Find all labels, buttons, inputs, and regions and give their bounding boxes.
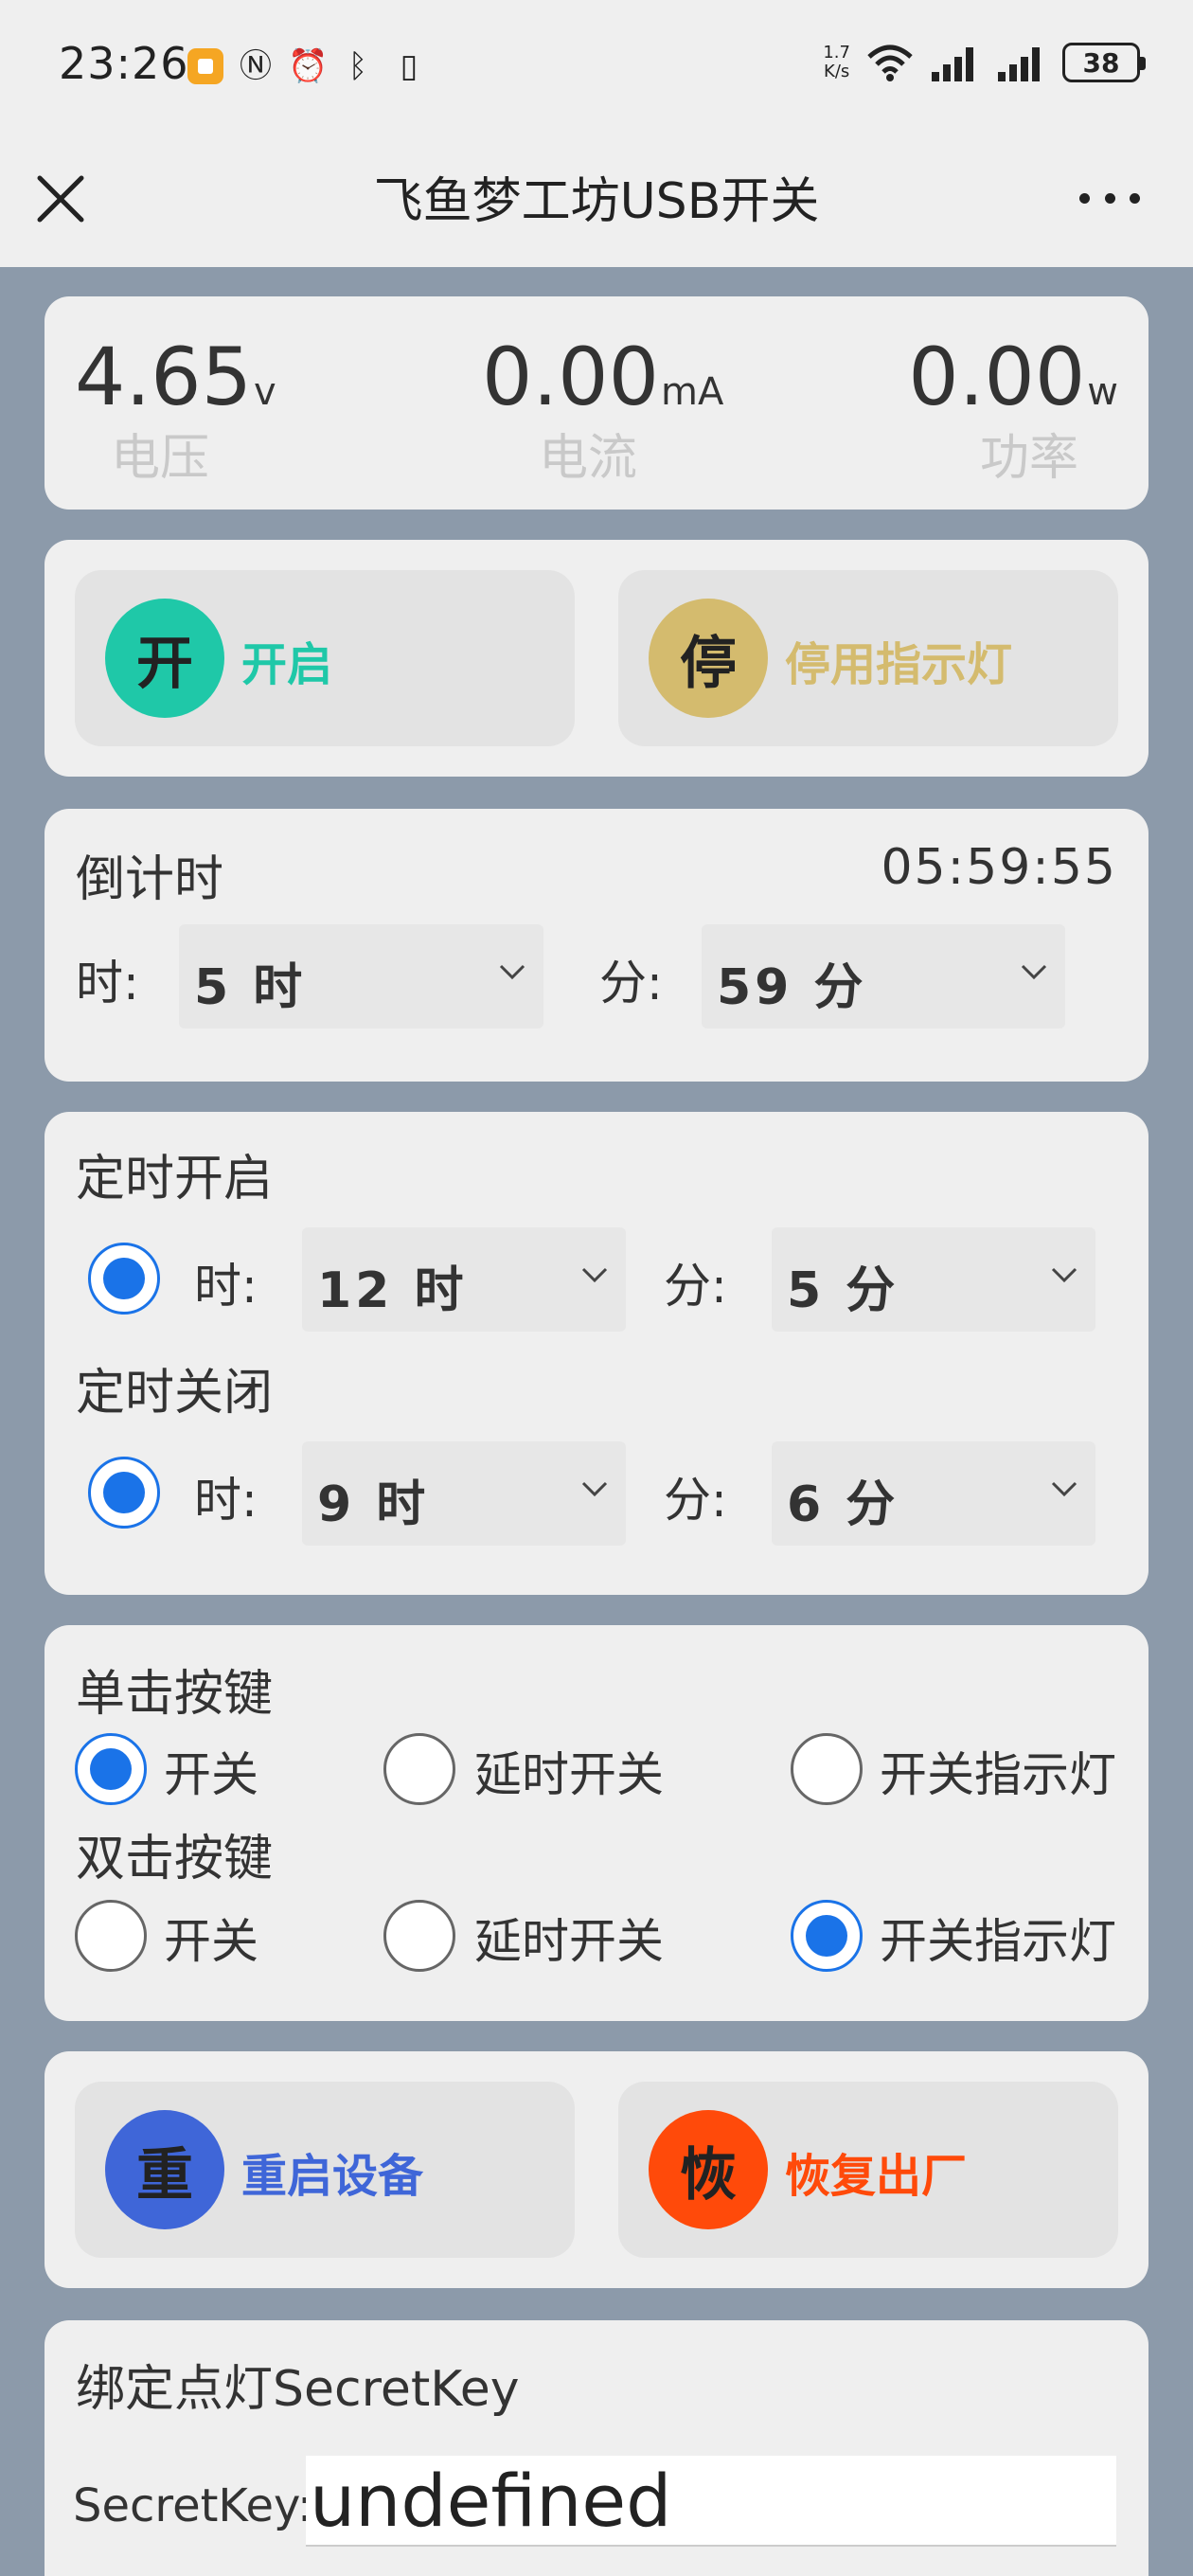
schedule-on-hour-label: 时: [194, 1259, 258, 1314]
stats-card: 4.65v 电压 0.00mA 电流 0.00w 功率 [45, 296, 1148, 510]
signal-icon [998, 47, 1040, 81]
reset-glyph: 恢 [649, 2110, 768, 2229]
status-time: 23:26 [59, 38, 189, 89]
secret-key-title: 绑定点灯SecretKey [76, 2361, 520, 2418]
chevron-down-icon [581, 1481, 608, 1497]
countdown-minute-select[interactable]: 59 分 [702, 924, 1065, 1029]
factory-reset-button[interactable]: 恢 恢复出厂 [618, 2082, 1118, 2258]
double-option-label-1[interactable]: 延时开关 [474, 1904, 664, 1972]
power-unit: w [1087, 370, 1118, 414]
nfc-icon: Ⓝ [240, 47, 272, 85]
schedule-on-title: 定时开启 [76, 1151, 274, 1208]
device-actions-card: 重 重启设备 恢 恢复出厂 [45, 2051, 1148, 2288]
single-option-label-0[interactable]: 开关 [164, 1737, 258, 1805]
nav-bar: 飞鱼梦工坊USB开关 [0, 133, 1193, 267]
page-title: 飞鱼梦工坊USB开关 [373, 173, 820, 230]
button-mode-card: 单击按键 开关 延时开关 开关指示灯 双击按键 开关 延时开关 开关指示灯 [45, 1625, 1148, 2021]
power-glyph: 开 [105, 599, 224, 718]
schedule-off-minute-label: 分: [664, 1473, 727, 1528]
power-value: 0.00 [908, 331, 1086, 423]
chevron-down-icon [499, 964, 525, 980]
restart-device-button[interactable]: 重 重启设备 [75, 2082, 575, 2258]
chevron-down-icon [1051, 1481, 1077, 1497]
disable-indicator-button[interactable]: 停 停用指示灯 [618, 570, 1118, 746]
voltage-label: 电压 [111, 430, 210, 487]
single-option-radio-2[interactable] [791, 1733, 863, 1805]
double-option-radio-1[interactable] [383, 1900, 455, 1972]
control-card: 开 开启 停 停用指示灯 [45, 540, 1148, 777]
countdown-title: 倒计时 [76, 851, 224, 908]
countdown-hour-select[interactable]: 5 时 [179, 924, 543, 1029]
power-label: 功率 [979, 430, 1078, 487]
power-stat: 0.00w 功率 [908, 331, 1118, 489]
voltage-stat: 4.65v 电压 [75, 331, 276, 489]
power-on-label: 开启 [241, 638, 333, 691]
double-option-radio-2[interactable] [791, 1900, 863, 1972]
double-option-radio-0[interactable] [75, 1900, 147, 1972]
secret-key-input[interactable]: undefined [306, 2456, 1116, 2547]
schedule-off-hour-select[interactable]: 9 时 [302, 1441, 626, 1546]
schedule-on-minute-select[interactable]: 5 分 [772, 1227, 1095, 1332]
double-option-label-2[interactable]: 开关指示灯 [880, 1904, 1116, 1972]
disable-indicator-label: 停用指示灯 [785, 638, 1013, 691]
schedule-off-minute-select[interactable]: 6 分 [772, 1441, 1095, 1546]
battery-icon: 38 [1062, 43, 1146, 82]
schedule-on-radio[interactable] [88, 1243, 160, 1315]
vibrate-icon: ▯ [400, 47, 418, 85]
secret-key-label: SecretKey: [73, 2479, 313, 2532]
schedule-off-radio[interactable] [88, 1457, 160, 1529]
status-icons-right: 1.7 K/s 38 [823, 42, 1146, 83]
restart-device-label: 重启设备 [241, 2150, 424, 2203]
alarm-icon: ⏰ [288, 47, 329, 85]
schedule-card: 定时开启 时: 12 时 分: 5 分 定时关闭 时: 9 时 分: 6 分 [45, 1112, 1148, 1595]
schedule-off-title: 定时关闭 [76, 1365, 274, 1422]
power-on-button[interactable]: 开 开启 [75, 570, 575, 746]
signal-icon [932, 47, 973, 81]
countdown-remaining: 05:59:55 [881, 839, 1117, 896]
chevron-down-icon [1051, 1267, 1077, 1283]
double-option-label-0[interactable]: 开关 [164, 1904, 258, 1972]
voltage-unit: v [254, 370, 276, 414]
more-options-icon[interactable] [1079, 186, 1140, 210]
single-option-radio-0[interactable] [75, 1733, 147, 1805]
factory-reset-label: 恢复出厂 [785, 2150, 968, 2203]
countdown-minute-label: 分: [599, 956, 663, 1011]
schedule-on-minute-label: 分: [664, 1259, 727, 1314]
restart-glyph: 重 [105, 2110, 224, 2229]
voltage-value: 4.65 [75, 331, 253, 423]
wifi-icon [867, 45, 913, 81]
current-value: 0.00 [482, 331, 660, 423]
current-label: 电流 [539, 430, 638, 487]
status-bar: 23:26 Ⓝ ⏰ ᛒ ▯ 1.7 K/s 38 [0, 0, 1193, 133]
single-click-title: 单击按键 [76, 1666, 274, 1723]
bluetooth-icon: ᛒ [347, 47, 368, 85]
single-option-label-2[interactable]: 开关指示灯 [880, 1737, 1116, 1805]
single-option-label-1[interactable]: 延时开关 [474, 1737, 664, 1805]
secret-key-card: 绑定点灯SecretKey SecretKey: undefined [45, 2320, 1148, 2576]
current-unit: mA [661, 370, 724, 414]
schedule-off-hour-label: 时: [194, 1473, 258, 1528]
indicator-glyph: 停 [649, 599, 768, 718]
single-option-radio-1[interactable] [383, 1733, 455, 1805]
status-icons-left: Ⓝ ⏰ ᛒ ▯ [187, 47, 428, 85]
chevron-down-icon [581, 1267, 608, 1283]
app-notification-icon [187, 48, 223, 84]
double-click-title: 双击按键 [76, 1831, 274, 1887]
chevron-down-icon [1021, 964, 1047, 980]
network-speed: 1.7 K/s [823, 43, 850, 81]
schedule-on-hour-select[interactable]: 12 时 [302, 1227, 626, 1332]
countdown-card: 倒计时 05:59:55 时: 5 时 分: 59 分 [45, 809, 1148, 1082]
current-stat: 0.00mA 电流 [482, 331, 723, 489]
countdown-hour-label: 时: [76, 956, 139, 1011]
